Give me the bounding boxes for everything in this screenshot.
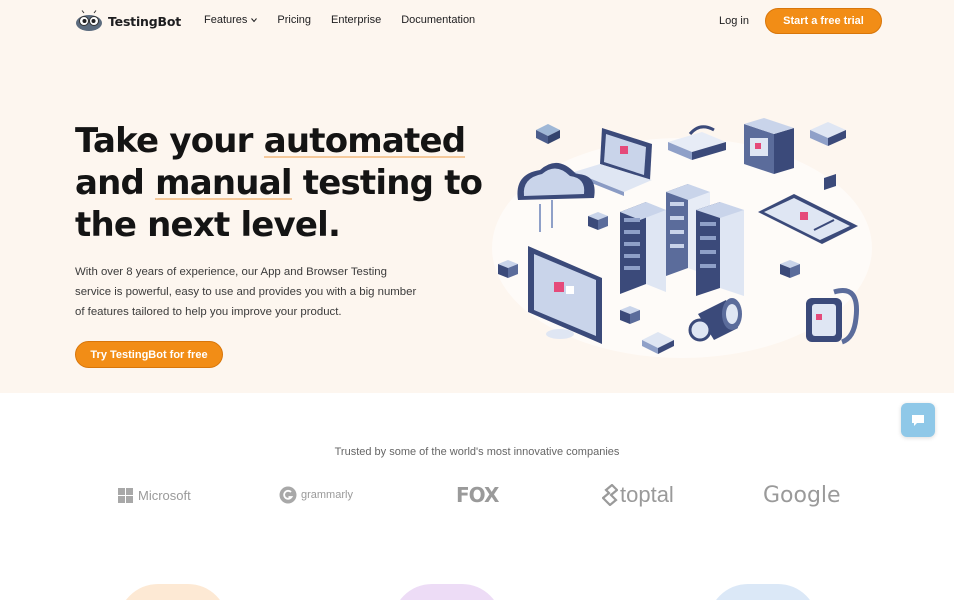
camera-device-icon [744, 118, 794, 174]
logo[interactable]: TestingBot [75, 10, 181, 32]
brand-google: Google [763, 482, 841, 508]
grammarly-icon [279, 486, 297, 504]
nav-pricing[interactable]: Pricing [277, 14, 311, 26]
start-trial-button[interactable]: Start a free trial [765, 8, 882, 34]
decorative-blob-blue [708, 584, 818, 600]
brand-toptal-label: toptal [620, 482, 674, 507]
brand-logos: Microsoft grammarly FOX toptal Google [0, 480, 954, 514]
hero-illustration [492, 118, 872, 358]
hero-headline: Take your automated and manual testing t… [75, 120, 495, 246]
nav-features[interactable]: Features [204, 14, 258, 26]
testingbot-logo-icon [76, 10, 102, 31]
microsoft-icon [118, 487, 133, 503]
brand-fox: FOX [456, 483, 499, 507]
logo-text: TestingBot [108, 13, 181, 29]
login-link[interactable]: Log in [719, 15, 749, 27]
cube-icon-right [810, 122, 846, 146]
server-rack-icon [620, 202, 666, 294]
headline-highlight-automated: automated [263, 121, 466, 161]
toptal-icon [602, 484, 618, 506]
headline-highlight-manual: manual [155, 163, 293, 203]
nav-features-label: Features [204, 14, 248, 26]
nav-documentation-label: Documentation [401, 14, 476, 26]
nav-pricing-label: Pricing [277, 14, 312, 26]
try-free-button[interactable]: Try TestingBot for free [75, 341, 223, 368]
brand-microsoft-label: Microsoft [138, 487, 191, 503]
brand-microsoft: Microsoft [118, 480, 191, 510]
chat-widget-button[interactable] [901, 403, 935, 437]
trusted-heading: Trusted by some of the world's most inno… [334, 446, 620, 458]
nav-documentation[interactable]: Documentation [401, 14, 475, 26]
nav-enterprise-label: Enterprise [331, 14, 382, 26]
nav-enterprise[interactable]: Enterprise [331, 14, 381, 26]
chevron-down-icon [251, 18, 258, 23]
decorative-blob-orange [118, 584, 228, 600]
brand-toptal: toptal [602, 480, 674, 510]
headline-part-1: Take your [75, 121, 264, 161]
main-nav: Features Pricing Enterprise Documentatio… [204, 14, 495, 26]
headline-part-3: and [75, 163, 156, 203]
chat-icon [912, 415, 924, 426]
decorative-blob-purple [392, 584, 502, 600]
site-header: TestingBot Features Pricing Enterprise D… [0, 0, 954, 44]
server-rack-icon-3 [696, 202, 744, 296]
brand-grammarly: grammarly [279, 480, 353, 510]
brand-grammarly-label: grammarly [301, 489, 353, 501]
hero-description: With over 8 years of experience, our App… [75, 266, 417, 318]
cube-icon [536, 124, 560, 144]
